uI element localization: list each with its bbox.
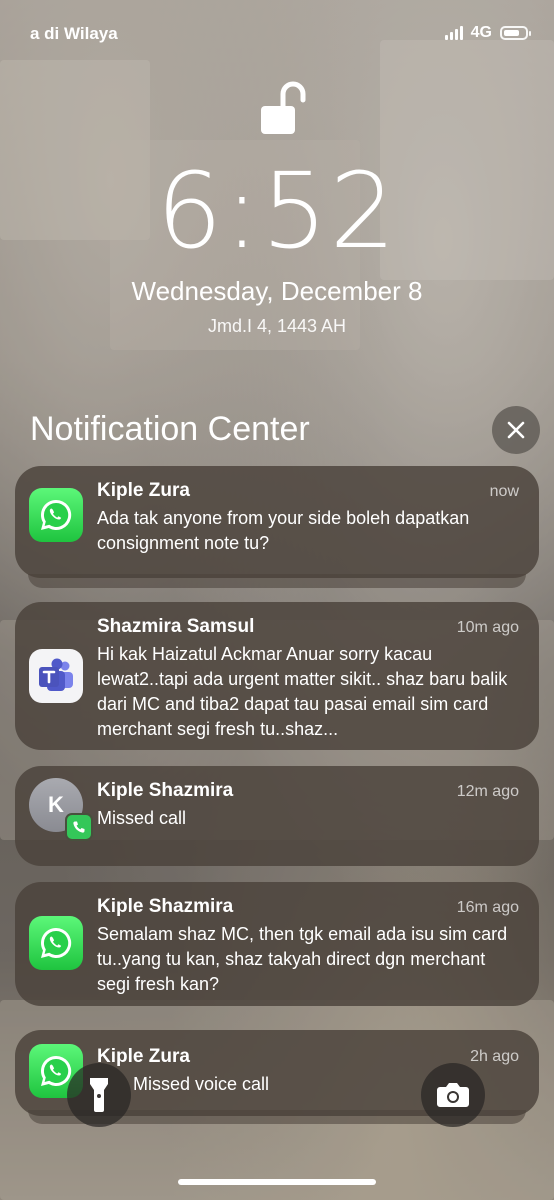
status-indicators: 4G	[444, 24, 531, 42]
notification-center-title: Notification Center	[30, 410, 310, 448]
hijri-date: Jmd.I 4, 1443 AH	[207, 316, 347, 336]
notification-time: now	[489, 483, 519, 500]
notification-card[interactable]: Shazmira Samsul 10m ago Hi kak Haizatul …	[15, 602, 539, 750]
clear-notifications-button[interactable]	[492, 406, 540, 454]
notification-time: 12m ago	[456, 783, 519, 800]
notification-time: 10m ago	[456, 619, 519, 636]
lock-screen-date: Wednesday, December 8	[131, 276, 423, 306]
camera-icon	[437, 1083, 469, 1107]
notification-card[interactable]: Kiple Shazmira 16m ago Semalam shaz MC, …	[15, 882, 539, 1006]
network-type: 4G	[470, 24, 492, 41]
lock-screen-time: 6:52	[156, 150, 398, 272]
notification-message: Ada tak anyone from your side boleh dapa…	[97, 508, 470, 553]
notification-sender: Shazmira Samsul	[97, 616, 255, 637]
signal-strength-icon	[444, 26, 463, 40]
notification-card[interactable]: K Kiple Shazmira 12m ago Missed call	[15, 766, 539, 866]
flashlight-icon	[90, 1078, 108, 1112]
microsoft-teams-icon	[29, 649, 83, 703]
phone-icon	[65, 813, 93, 841]
whatsapp-icon	[29, 916, 83, 970]
notification-sender: Kiple Zura	[97, 480, 190, 501]
notification-message: Semalam shaz MC, then tgk email ada isu …	[97, 924, 508, 994]
notification-time: 2h ago	[470, 1048, 519, 1065]
battery-level	[504, 30, 519, 36]
camera-button[interactable]	[421, 1063, 485, 1127]
status-bar: a di Wilaya 4G	[0, 0, 554, 70]
notification-sender: Kiple Shazmira	[97, 896, 234, 917]
notification-sender: Kiple Shazmira	[97, 780, 234, 801]
notification-time: 16m ago	[456, 899, 519, 916]
notification-message: Missed call	[97, 808, 187, 828]
flashlight-button[interactable]	[67, 1063, 131, 1127]
unlocked-padlock-icon	[261, 81, 306, 134]
carrier-name: a di Wilaya	[30, 24, 118, 43]
notification-message: Hi kak Haizatul Ackmar Anuar sorry kacau…	[97, 644, 508, 739]
notification-card[interactable]: Kiple Zura now Ada tak anyone from your …	[15, 466, 539, 578]
close-icon	[507, 421, 525, 439]
home-indicator[interactable]	[178, 1179, 376, 1185]
battery-icon	[500, 26, 531, 40]
whatsapp-icon	[29, 488, 83, 542]
